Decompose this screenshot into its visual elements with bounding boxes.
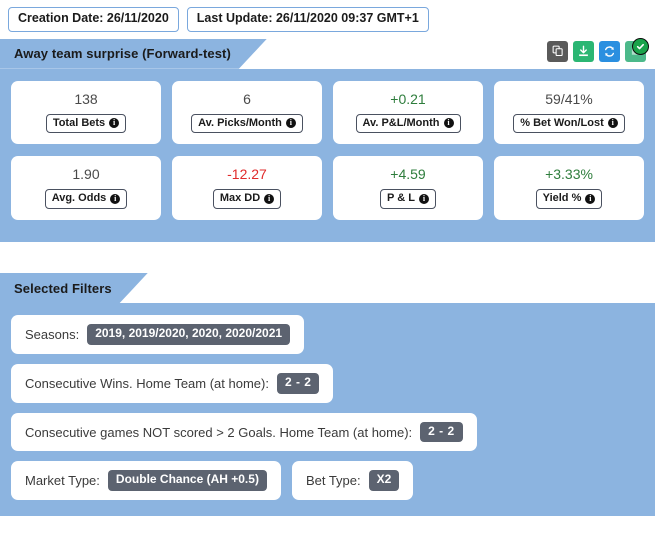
info-icon[interactable]: i [285,118,296,129]
filter-value-pill: X2 [368,470,400,492]
stat-label-text: Av. Picks/Month [198,116,282,129]
filter-label: Market Type: [25,473,100,489]
copy-button[interactable] [547,40,568,62]
stat-value: +4.59 [390,166,426,183]
stat-label-text: % Bet Won/Lost [520,116,604,129]
stat-value: 59/41% [545,90,593,107]
info-icon[interactable]: i [443,118,454,129]
filter-row-market-bet-type: Market Type: Double Chance (AH +0.5) Bet… [11,461,644,501]
verified-button[interactable] [625,37,649,62]
filter-label: Consecutive Wins. Home Team (at home): [25,375,269,391]
stats-row-1: 138 Total Bets i 6 Av. Picks/Month i +0.… [11,80,644,145]
last-update-chip: Last Update: 26/11/2020 09:37 GMT+1 [186,7,429,32]
filter-value-pill: Double Chance (AH +0.5) [107,470,267,492]
filter-value-pill: 2 - 2 [276,372,320,394]
stat-card-avg-odds: 1.90 Avg. Odds i [11,156,161,221]
filter-value-pill: 2 - 2 [420,421,463,443]
stat-card-av-pl-month: +0.21 Av. P&L/Month i [333,80,483,145]
info-icon[interactable]: i [110,193,121,204]
stat-value: 138 [74,90,98,107]
check-circle-icon [632,37,649,55]
stat-card-max-dd: -12.27 Max DD i [172,156,322,221]
stat-value: 1.90 [72,166,100,183]
stat-label-text: Av. P&L/Month [362,116,440,129]
filter-card-market-type[interactable]: Market Type: Double Chance (AH +0.5) [11,461,281,501]
stat-label-av-pl-month[interactable]: Av. P&L/Month i [355,113,461,134]
refresh-button[interactable] [599,40,620,62]
stat-label-text: Yield % [542,192,582,205]
stat-value: -12.27 [227,166,267,183]
filter-card-consecutive-wins[interactable]: Consecutive Wins. Home Team (at home): 2… [11,363,334,403]
filters-ribbon-row: Selected Filters [0,273,655,303]
stat-label-text: Avg. Odds [51,192,107,205]
stat-label-text: Max DD [219,192,261,205]
filter-card-consecutive-not-scored[interactable]: Consecutive games NOT scored > 2 Goals. … [11,412,477,452]
filter-label: Consecutive games NOT scored > 2 Goals. … [25,424,413,440]
stats-ribbon-title: Away team surprise (Forward-test) [14,46,231,62]
filters-panel: Seasons: 2019, 2019/2020, 2020, 2020/202… [0,303,655,517]
filter-value-pill: 2019, 2019/2020, 2020, 2020/2021 [87,324,291,345]
download-button[interactable] [573,40,594,62]
stats-ribbon: Away team surprise (Forward-test) [0,39,267,69]
filter-row-seasons: Seasons: 2019, 2019/2020, 2020, 2020/202… [11,315,644,354]
stat-value: +3.33% [545,166,593,183]
stat-label-text: P & L [387,192,415,205]
filter-card-bet-type[interactable]: Bet Type: X2 [291,461,414,501]
stat-label-bet-won-lost[interactable]: % Bet Won/Lost i [513,113,625,134]
stat-value: 6 [243,90,251,107]
stat-label-pl[interactable]: P & L i [380,189,436,210]
stat-card-total-bets: 138 Total Bets i [11,80,161,145]
filters-ribbon-title: Selected Filters [14,280,112,296]
download-icon [577,45,590,58]
refresh-icon [603,45,616,58]
info-icon[interactable]: i [109,118,120,129]
stats-row-2: 1.90 Avg. Odds i -12.27 Max DD i +4.59 P… [11,156,644,221]
stat-label-av-picks-month[interactable]: Av. Picks/Month i [191,113,303,134]
creation-date-chip: Creation Date: 26/11/2020 [8,7,179,32]
stats-ribbon-row: Away team surprise (Forward-test) [0,37,655,69]
stat-label-yield[interactable]: Yield % i [535,189,603,210]
info-icon[interactable]: i [264,193,275,204]
stat-card-bet-won-lost: 59/41% % Bet Won/Lost i [494,80,644,145]
copy-icon [552,45,564,57]
section-spacer [0,242,655,267]
stat-card-yield: +3.33% Yield % i [494,156,644,221]
date-bar: Creation Date: 26/11/2020 Last Update: 2… [0,0,655,32]
filter-card-seasons[interactable]: Seasons: 2019, 2019/2020, 2020, 2020/202… [11,315,305,354]
filter-label: Bet Type: [305,473,361,489]
info-icon[interactable]: i [418,193,429,204]
stat-label-text: Total Bets [52,116,106,129]
stat-value: +0.21 [390,90,426,107]
filters-ribbon: Selected Filters [0,273,148,303]
stat-card-av-picks-month: 6 Av. Picks/Month i [172,80,322,145]
stats-action-buttons [547,37,649,62]
stats-panel: 138 Total Bets i 6 Av. Picks/Month i +0.… [0,68,655,243]
stat-label-avg-odds[interactable]: Avg. Odds i [44,189,128,210]
stat-label-max-dd[interactable]: Max DD i [212,189,282,210]
stat-card-pl: +4.59 P & L i [333,156,483,221]
filter-row-consecutive-not-scored: Consecutive games NOT scored > 2 Goals. … [11,412,644,452]
info-icon[interactable]: i [585,193,596,204]
filter-row-consecutive-wins: Consecutive Wins. Home Team (at home): 2… [11,363,644,403]
filter-label: Seasons: [25,326,80,342]
info-icon[interactable]: i [607,118,618,129]
stat-label-total-bets[interactable]: Total Bets i [45,113,127,134]
